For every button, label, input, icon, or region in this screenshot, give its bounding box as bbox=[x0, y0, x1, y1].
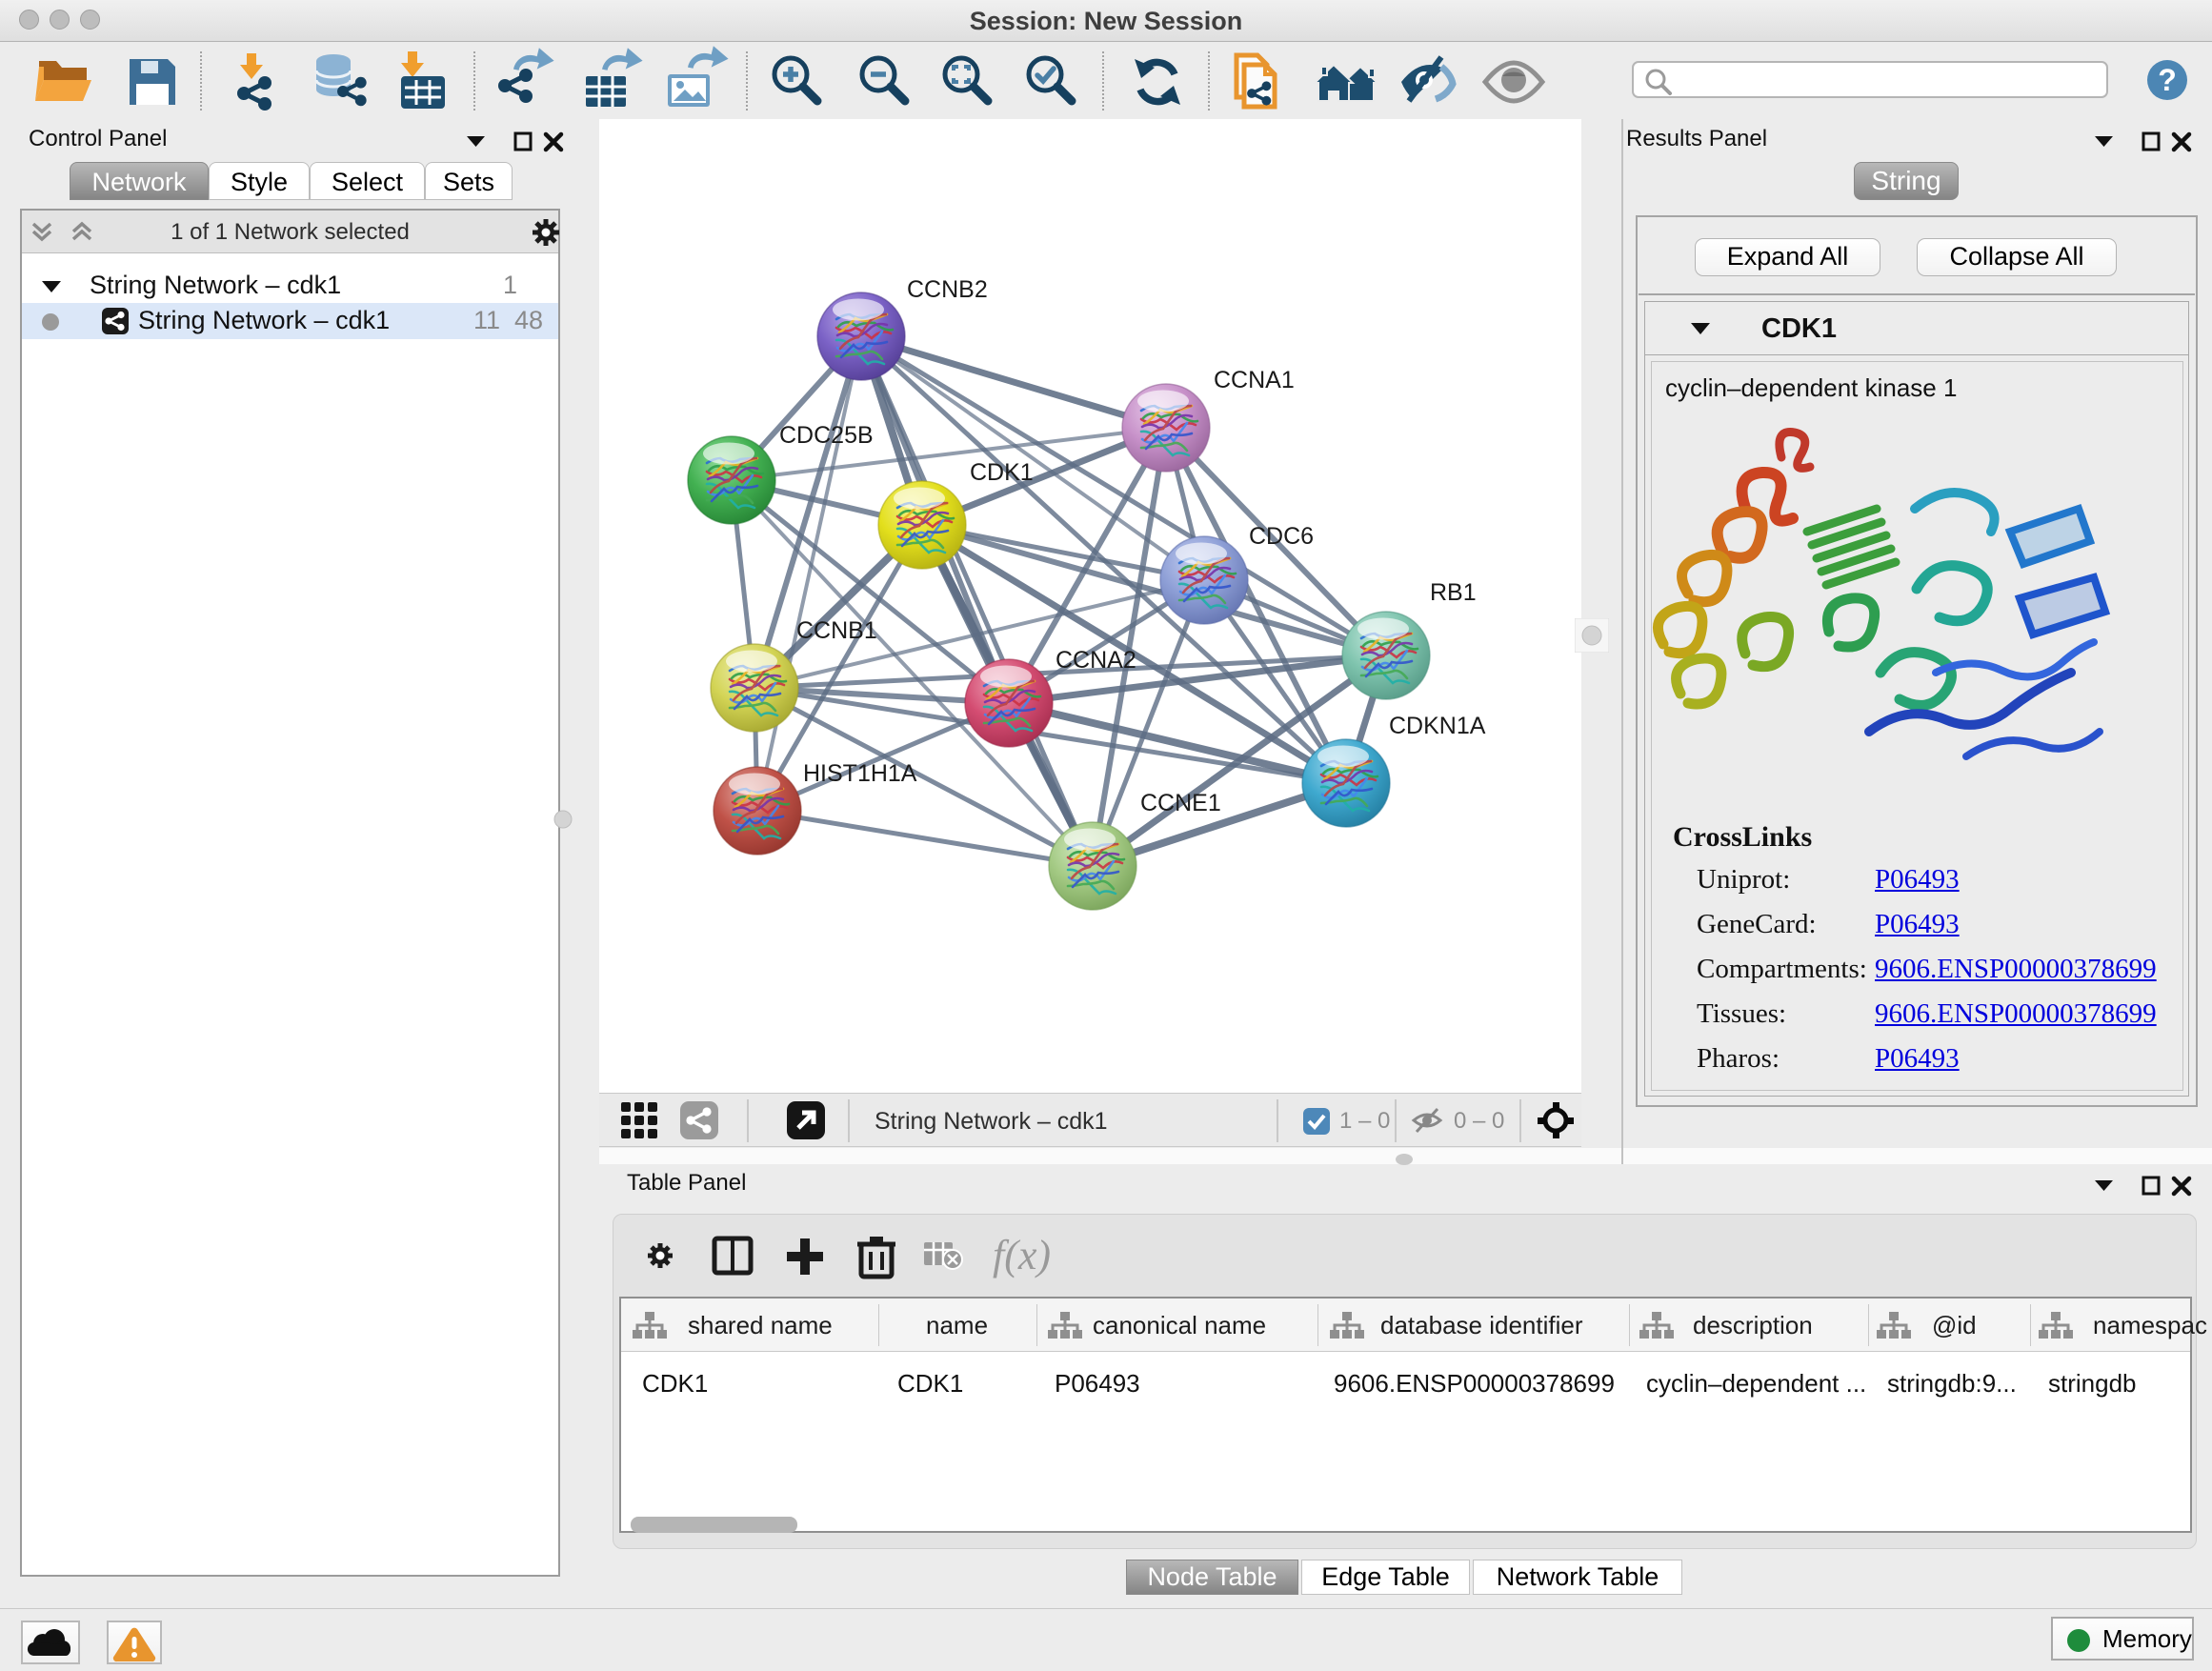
svg-text:CDC25B: CDC25B bbox=[779, 422, 874, 449]
svg-text:HIST1H1A: HIST1H1A bbox=[803, 760, 917, 787]
svg-text:CCNA1: CCNA1 bbox=[1214, 367, 1295, 393]
svg-text:CCNE1: CCNE1 bbox=[1140, 790, 1221, 816]
svg-text:?: ? bbox=[2158, 63, 2177, 97]
svg-text:1 – 0: 1 – 0 bbox=[1339, 1108, 1390, 1134]
svg-text:CDK1: CDK1 bbox=[970, 459, 1034, 486]
svg-text:CDKN1A: CDKN1A bbox=[1389, 713, 1486, 739]
svg-text:RB1: RB1 bbox=[1430, 579, 1477, 606]
svg-text:CCNB1: CCNB1 bbox=[796, 617, 877, 644]
svg-text:CCNB2: CCNB2 bbox=[907, 276, 988, 303]
svg-text:0 – 0: 0 – 0 bbox=[1454, 1108, 1504, 1134]
svg-text:String Network – cdk1: String Network – cdk1 bbox=[875, 1108, 1108, 1135]
svg-text:f(x): f(x) bbox=[993, 1232, 1051, 1278]
svg-text:CDC6: CDC6 bbox=[1249, 523, 1314, 550]
svg-text:CCNA2: CCNA2 bbox=[1056, 647, 1136, 674]
